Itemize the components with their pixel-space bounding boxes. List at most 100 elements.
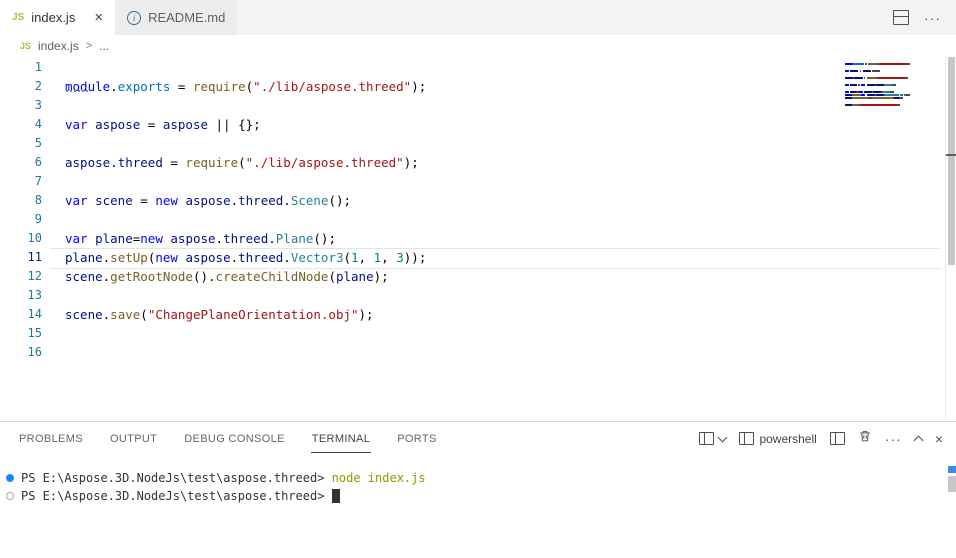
line-number[interactable]: 15 <box>0 324 42 343</box>
line-number[interactable]: 4 <box>0 115 42 134</box>
breadcrumb-file[interactable]: index.js <box>38 39 79 53</box>
code-lines: 12module.exports = require("./lib/aspose… <box>0 58 956 362</box>
line-number[interactable]: 12 <box>0 267 42 286</box>
code-token: aspose <box>185 193 230 208</box>
panel-tab-ports[interactable]: PORTS <box>396 424 437 453</box>
minimap-token <box>853 94 860 96</box>
code-text[interactable]: module.exports = require("./lib/aspose.t… <box>65 77 426 96</box>
code-line: 4 var aspose = aspose || {}; <box>0 115 956 134</box>
editor-more-actions-icon: ··· <box>924 11 941 25</box>
code-token: new <box>140 231 163 246</box>
line-number[interactable]: 6 <box>0 153 42 172</box>
line-number[interactable]: 3 <box>0 96 42 115</box>
split-terminal-button[interactable] <box>830 432 845 445</box>
terminal-scrollbar[interactable] <box>947 466 956 492</box>
javascript-file-icon: JS <box>12 12 24 23</box>
code-text[interactable]: scene.getRootNode().createChildNode(plan… <box>65 267 389 286</box>
minimap-token <box>894 97 901 99</box>
code-text[interactable]: var aspose = aspose || {}; <box>65 115 261 134</box>
code-text[interactable]: plane.setUp(new aspose.threed.Vector3(1,… <box>65 248 426 267</box>
line-number[interactable]: 16 <box>0 343 42 362</box>
editor-scrollbar[interactable] <box>945 57 956 420</box>
code-line: 11 plane.setUp(new aspose.threed.Vector3(… <box>0 248 956 267</box>
code-token: (). <box>193 269 216 284</box>
code-text[interactable]: var plane=new aspose.threed.Plane(); <box>65 229 336 248</box>
minimap-token <box>850 70 858 72</box>
terminal-launch-profile-button[interactable] <box>699 432 726 445</box>
kill-terminal-button[interactable] <box>858 429 872 448</box>
panel-tab-output[interactable]: OUTPUT <box>109 424 158 453</box>
panel-tab-problems[interactable]: PROBLEMS <box>18 424 84 453</box>
terminal-command-scroll-mark <box>948 466 956 473</box>
code-token: getRootNode <box>110 269 193 284</box>
minimap-token <box>900 97 903 99</box>
maximize-panel-button[interactable] <box>915 434 922 444</box>
minimap-line <box>845 110 937 113</box>
code-token: "./lib/aspose.threed" <box>246 155 404 170</box>
code-text[interactable]: scene.save("ChangePlaneOrientation.obj")… <box>65 305 374 324</box>
terminal-tab-powershell[interactable]: powershell <box>739 432 816 446</box>
minimap-token <box>877 77 905 79</box>
code-token: var <box>65 193 88 208</box>
trash-icon <box>858 429 872 448</box>
code-token: = <box>133 193 156 208</box>
code-token: new <box>155 250 178 265</box>
line-number[interactable]: 7 <box>0 172 42 191</box>
code-text[interactable]: aspose.threed = require("./lib/aspose.th… <box>65 153 419 172</box>
code-token: . <box>283 193 291 208</box>
line-number[interactable]: 13 <box>0 286 42 305</box>
line-number[interactable]: 9 <box>0 210 42 229</box>
panel-tab-terminal[interactable]: TERMINAL <box>311 424 371 453</box>
code-token: save <box>110 307 140 322</box>
terminal-icon <box>739 432 754 445</box>
code-token: ); <box>374 269 389 284</box>
line-number[interactable]: 10 <box>0 229 42 248</box>
code-text[interactable]: var scene = new aspose.threed.Scene(); <box>65 191 351 210</box>
minimap[interactable] <box>845 59 937 113</box>
code-token: ); <box>359 307 374 322</box>
command-decoration-icon[interactable] <box>6 474 14 482</box>
minimap-token <box>906 94 910 96</box>
split-editor-button[interactable] <box>893 10 909 25</box>
code-token: threed <box>238 250 283 265</box>
code-token: || {}; <box>208 117 261 132</box>
line-number[interactable]: 1 <box>0 58 42 77</box>
tab-index-js[interactable]: JSindex.js× <box>0 0 115 35</box>
terminal-line: PS E:\Aspose.3D.NodeJs\test\aspose.three… <box>0 469 956 487</box>
code-token: = <box>170 79 193 94</box>
terminal-more-actions-button[interactable]: ··· <box>885 432 902 446</box>
code-editor[interactable]: 12module.exports = require("./lib/aspose… <box>0 57 956 421</box>
panel-tab-debug-console[interactable]: DEBUG CONSOLE <box>183 424 286 453</box>
line-number[interactable]: 11 <box>0 248 42 267</box>
editor-more-actions-button[interactable]: ··· <box>924 11 941 25</box>
code-token: . <box>283 250 291 265</box>
chevron-down-icon <box>718 432 728 442</box>
terminal-line: PS E:\Aspose.3D.NodeJs\test\aspose.three… <box>0 487 956 505</box>
minimap-token <box>860 104 898 106</box>
close-panel-button[interactable]: × <box>935 432 944 446</box>
terminal[interactable]: PS E:\Aspose.3D.NodeJs\test\aspose.three… <box>0 455 956 558</box>
terminal-scrollbar-thumb[interactable] <box>948 476 956 492</box>
line-number[interactable]: 2 <box>0 77 42 96</box>
line-number[interactable]: 5 <box>0 134 42 153</box>
line-number[interactable]: 14 <box>0 305 42 324</box>
close-tab-icon[interactable]: × <box>94 10 103 25</box>
code-line: 1 <box>0 58 956 77</box>
tab-readme-md[interactable]: iREADME.md <box>115 0 238 35</box>
code-token: aspose <box>163 117 208 132</box>
code-token: plane <box>95 231 133 246</box>
code-token: aspose <box>185 250 230 265</box>
command-decoration-icon[interactable] <box>6 492 14 500</box>
terminal-name-label: powershell <box>759 432 816 446</box>
code-token: 1 <box>351 250 359 265</box>
minimap-token <box>845 94 852 96</box>
minimap-token <box>898 104 901 106</box>
code-token: plane <box>65 250 103 265</box>
minimap-token <box>863 70 871 72</box>
code-token <box>88 231 96 246</box>
scrollbar-thumb[interactable] <box>948 57 955 265</box>
line-number[interactable]: 8 <box>0 191 42 210</box>
breadcrumb-symbol[interactable]: ... <box>99 39 109 53</box>
minimap-token <box>845 97 852 99</box>
minimap-token <box>854 77 862 79</box>
